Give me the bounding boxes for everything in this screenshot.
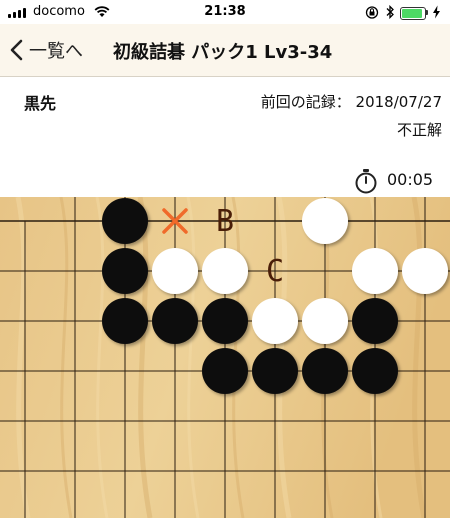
previous-record: 前回の記録： 2018/07/27 [260,93,442,111]
white-stone [202,248,248,294]
white-stone [402,248,448,294]
bluetooth-icon [386,5,394,19]
white-stone [302,198,348,244]
clock: 21:38 [204,4,246,19]
black-stone [102,298,148,344]
timer-value: 00:05 [387,170,434,189]
stopwatch-icon [355,169,377,194]
black-stone [152,298,198,344]
black-stone [202,348,248,394]
black-stone [352,298,398,344]
black-stone [252,348,298,394]
point-label: C [266,254,284,289]
white-stone [252,298,298,344]
white-stone [352,248,398,294]
page-title: 初級詰碁 パック1 Lv3-34 [113,42,333,63]
battery-icon [400,7,426,20]
rotation-lock-icon [365,6,379,19]
back-button[interactable]: 一覧へ [10,36,83,64]
go-board[interactable]: BC [0,197,450,518]
navigation-bar: 一覧へ 初級詰碁 パック1 Lv3-34 [0,24,450,77]
white-stone [152,248,198,294]
battery-level-fill [402,9,422,18]
white-stone [302,298,348,344]
previous-result: 不正解 [396,121,442,139]
back-button-label: 一覧へ [29,41,83,62]
charging-icon [433,5,440,19]
black-stone [202,298,248,344]
black-stone [102,198,148,244]
black-stone [102,248,148,294]
chevron-left-icon [10,39,23,61]
point-label: B [216,204,234,239]
status-bar: docomo 21:38 [0,0,450,24]
black-stone [302,348,348,394]
black-stone [352,348,398,394]
battery-tip [426,10,428,15]
to-play-label: 黒先 [24,94,57,113]
